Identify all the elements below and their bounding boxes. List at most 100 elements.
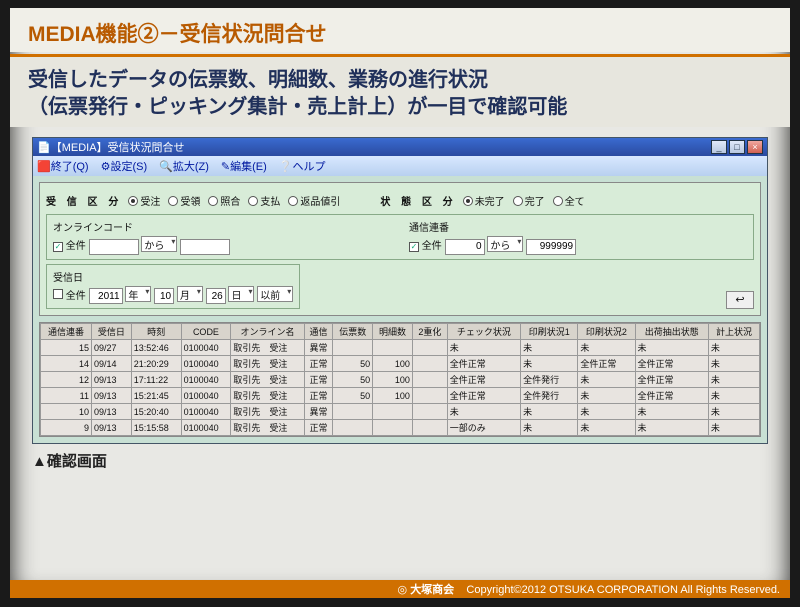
- table-cell: 15:20:40: [131, 404, 181, 420]
- radio-juchuu[interactable]: 受注: [128, 193, 160, 208]
- month-input[interactable]: [154, 288, 174, 304]
- table-cell: 10: [41, 404, 92, 420]
- table-cell: 一部のみ: [447, 420, 520, 436]
- day-unit[interactable]: 日: [228, 286, 254, 302]
- table-cell: 全件正常: [578, 356, 635, 372]
- zoom-icon: 🔍: [159, 161, 173, 173]
- table-row[interactable]: 1209/1317:11:220100040取引先 受注正常50100全件正常全…: [41, 372, 760, 388]
- minimize-button[interactable]: _: [711, 140, 727, 154]
- radio-mikanryou[interactable]: 未完了: [463, 193, 505, 208]
- col-time[interactable]: 時刻: [131, 324, 181, 340]
- table-cell: 未: [578, 372, 635, 388]
- menu-edit[interactable]: ✎編集(E): [221, 158, 267, 174]
- before-after-select[interactable]: 以前: [257, 286, 293, 302]
- day-input[interactable]: [206, 288, 226, 304]
- table-cell: 9: [41, 420, 92, 436]
- online-code-to[interactable]: [180, 239, 230, 255]
- table-cell: 取引先 受注: [231, 404, 304, 420]
- screenshot-caption: ▲確認画面: [32, 450, 768, 471]
- year-input[interactable]: [89, 288, 123, 304]
- table-cell: 100: [373, 356, 413, 372]
- date-all-checkbox[interactable]: [53, 289, 63, 299]
- col-kei[interactable]: 計上状況: [708, 324, 759, 340]
- radio-subete[interactable]: 全て: [553, 193, 585, 208]
- table-cell: 50: [333, 372, 373, 388]
- table-cell: 全件正常: [635, 388, 708, 404]
- radio-juryou[interactable]: 受領: [168, 193, 200, 208]
- seq-to-input[interactable]: [526, 239, 576, 255]
- table-cell: 未: [708, 388, 759, 404]
- radio-henpin[interactable]: 返品値引: [288, 193, 340, 208]
- table-cell: 0100040: [181, 356, 231, 372]
- table-cell: 未: [708, 340, 759, 356]
- recv-class-label: 受 信 区 分: [46, 193, 122, 208]
- table-cell: 0100040: [181, 404, 231, 420]
- table-cell: 未: [447, 340, 520, 356]
- submit-button[interactable]: ↩: [726, 291, 754, 309]
- radio-shougou[interactable]: 照合: [208, 193, 240, 208]
- window-title: 【MEDIA】受信状況問合せ: [51, 139, 709, 155]
- table-cell: 14: [41, 356, 92, 372]
- menu-help[interactable]: ❔ヘルプ: [279, 158, 326, 174]
- table-row[interactable]: 1409/1421:20:290100040取引先 受注正常50100全件正常未…: [41, 356, 760, 372]
- menu-zoom[interactable]: 🔍拡大(Z): [159, 158, 209, 174]
- table-cell: [412, 388, 447, 404]
- online-from-select[interactable]: から: [141, 236, 177, 252]
- company-name: 大塚商会: [410, 584, 454, 596]
- table-cell: 取引先 受注: [231, 340, 304, 356]
- online-code-from[interactable]: [89, 239, 139, 255]
- table-row[interactable]: 1009/1315:20:400100040取引先 受注異常未未未未未: [41, 404, 760, 420]
- col-check[interactable]: チェック状況: [447, 324, 520, 340]
- col-code[interactable]: CODE: [181, 324, 231, 340]
- table-cell: 未: [635, 340, 708, 356]
- radio-kanryou[interactable]: 完了: [513, 193, 545, 208]
- table-cell: [412, 404, 447, 420]
- col-dup[interactable]: 2重化: [412, 324, 447, 340]
- app-window: 📄 【MEDIA】受信状況問合せ _ □ × 🟥終了(Q) ⚙設定(S) 🔍拡大…: [32, 137, 768, 444]
- table-cell: 50: [333, 356, 373, 372]
- table-row[interactable]: 1509/2713:52:460100040取引先 受注異常未未未未未: [41, 340, 760, 356]
- table-cell: 100: [373, 372, 413, 388]
- col-mei[interactable]: 明細数: [373, 324, 413, 340]
- col-date[interactable]: 受信日: [91, 324, 131, 340]
- col-seq[interactable]: 通信連番: [41, 324, 92, 340]
- close-icon: 🟥: [37, 161, 51, 173]
- help-icon: ❔: [279, 161, 293, 173]
- online-all-text: 全件: [66, 241, 86, 252]
- seq-from-input[interactable]: [445, 239, 485, 255]
- maximize-button[interactable]: □: [729, 140, 745, 154]
- status-class-radios: 未完了 完了 全て: [463, 193, 585, 208]
- table-cell: [373, 404, 413, 420]
- table-cell: [412, 356, 447, 372]
- table-cell: 未: [708, 356, 759, 372]
- table-cell: 全件正常: [447, 356, 520, 372]
- table-cell: 正常: [304, 420, 333, 436]
- seq-all-checkbox[interactable]: ✓: [409, 242, 419, 252]
- close-button[interactable]: ×: [747, 140, 763, 154]
- seq-from-select[interactable]: から: [487, 236, 523, 252]
- year-unit[interactable]: 年: [125, 286, 151, 302]
- edit-icon: ✎: [221, 161, 230, 173]
- menu-settings[interactable]: ⚙設定(S): [101, 158, 148, 174]
- col-print2[interactable]: 印刷状況2: [578, 324, 635, 340]
- window-titlebar[interactable]: 📄 【MEDIA】受信状況問合せ _ □ ×: [33, 138, 767, 156]
- table-cell: 異常: [304, 404, 333, 420]
- col-print1[interactable]: 印刷状況1: [521, 324, 578, 340]
- table-cell: 11: [41, 388, 92, 404]
- radio-shiharai[interactable]: 支払: [248, 193, 280, 208]
- table-cell: 未: [578, 420, 635, 436]
- col-online-name[interactable]: オンライン名: [231, 324, 304, 340]
- table-row[interactable]: 909/1315:15:580100040取引先 受注正常一部のみ未未未未: [41, 420, 760, 436]
- table-row[interactable]: 1109/1315:21:450100040取引先 受注正常50100全件正常全…: [41, 388, 760, 404]
- col-comm[interactable]: 通信: [304, 324, 333, 340]
- table-cell: 全件正常: [635, 372, 708, 388]
- online-all-checkbox[interactable]: ✓: [53, 242, 63, 252]
- table-cell: 12: [41, 372, 92, 388]
- table-cell: [333, 420, 373, 436]
- col-ship[interactable]: 出荷抽出状態: [635, 324, 708, 340]
- col-den[interactable]: 伝票数: [333, 324, 373, 340]
- month-unit[interactable]: 月: [177, 286, 203, 302]
- table-cell: 21:20:29: [131, 356, 181, 372]
- table-cell: [333, 340, 373, 356]
- menu-close[interactable]: 🟥終了(Q): [37, 158, 89, 174]
